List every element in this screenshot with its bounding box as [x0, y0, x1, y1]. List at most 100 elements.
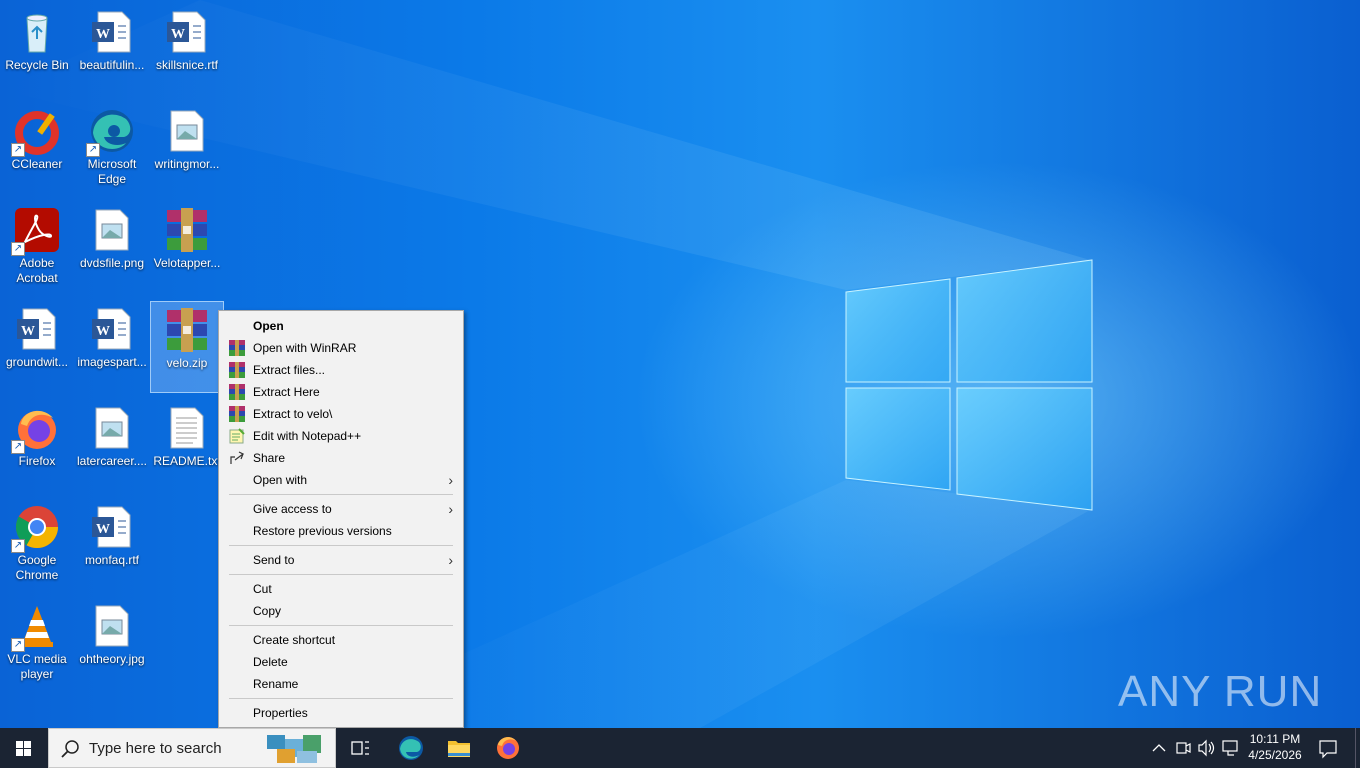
show-desktop-button[interactable] — [1355, 728, 1360, 768]
desktop-icon-label: latercareer.... — [76, 454, 148, 468]
shortcut-arrow-icon: ↗ — [11, 539, 25, 553]
shortcut-arrow-icon: ↗ — [86, 143, 100, 157]
desktop-icon-label: Firefox — [18, 454, 56, 468]
menu-item-properties[interactable]: Properties — [219, 702, 463, 724]
search-placeholder: Type here to search — [89, 740, 222, 757]
menu-item-label: Cut — [253, 582, 272, 596]
word-document-icon: W — [88, 8, 136, 56]
chevron-up-icon — [1152, 744, 1166, 752]
menu-separator — [229, 625, 453, 626]
image-file-icon — [88, 206, 136, 254]
desktop-icon-vlc[interactable]: ↗ VLC media player — [0, 598, 74, 690]
menu-item-create-shortcut[interactable]: Create shortcut — [219, 629, 463, 651]
desktop-icon-label: VLC media player — [7, 652, 67, 681]
menu-item-extract-files[interactable]: Extract files... — [219, 359, 463, 381]
menu-item-label: Copy — [253, 604, 282, 618]
menu-item-edit-with-notepadpp[interactable]: Edit with Notepad++ — [219, 425, 463, 447]
notification-icon — [1319, 740, 1337, 759]
recycle-bin-icon — [13, 8, 61, 56]
desktop-icon-label: writingmor... — [154, 157, 220, 171]
show-hidden-icons-button[interactable] — [1148, 728, 1170, 768]
image-file-icon — [88, 404, 136, 452]
menu-item-extract-here[interactable]: Extract Here — [219, 381, 463, 403]
clock-date: 4/25/2026 — [1248, 748, 1302, 762]
tray-meet-now-button[interactable] — [1172, 728, 1194, 768]
desktop-icon-imagespart[interactable]: W imagespart... — [75, 301, 149, 393]
desktop-icon-beautifulin[interactable]: W beautifulin... — [75, 4, 149, 96]
desktop-icon-groundwit[interactable]: W groundwit... — [0, 301, 74, 393]
shortcut-arrow-icon: ↗ — [11, 440, 25, 454]
desktop-icon-velotapper[interactable]: Velotapper... — [150, 202, 224, 294]
start-button[interactable] — [0, 728, 48, 768]
tray-clock[interactable]: 10:11 PM 4/25/2026 — [1244, 728, 1306, 768]
menu-item-open-with[interactable]: Open with › — [219, 469, 463, 491]
chevron-right-icon: › — [448, 552, 453, 568]
desktop-icon-label: dvdsfile.png — [79, 256, 145, 270]
desktop-icon-dvdsfile[interactable]: dvdsfile.png — [75, 202, 149, 294]
menu-item-delete[interactable]: Delete — [219, 651, 463, 673]
desktop-icon-readme[interactable]: README.txt — [150, 400, 224, 492]
desktop-icon-firefox[interactable]: ↗ Firefox — [0, 400, 74, 492]
image-file-icon — [163, 107, 211, 155]
taskbar-firefox-button[interactable] — [487, 728, 529, 768]
clock-time: 10:11 PM — [1249, 732, 1301, 746]
menu-item-cut[interactable]: Cut — [219, 578, 463, 600]
menu-item-restore-previous-versions[interactable]: Restore previous versions — [219, 520, 463, 542]
desktop-icon-writingmor[interactable]: writingmor... — [150, 103, 224, 195]
taskbar-file-explorer-button[interactable] — [438, 728, 480, 768]
menu-item-label: Edit with Notepad++ — [253, 429, 362, 443]
tray-network-button[interactable] — [1220, 728, 1242, 768]
meet-now-icon — [1176, 742, 1191, 754]
adobe-acrobat-icon: ↗ — [11, 206, 61, 256]
desktop-icon-microsoft-edge[interactable]: ↗ Microsoft Edge — [75, 103, 149, 195]
desktop-icon-label: Adobe Acrobat — [16, 256, 58, 285]
menu-item-open-with-winrar[interactable]: Open with WinRAR — [219, 337, 463, 359]
svg-text:W: W — [96, 522, 110, 537]
menu-item-label: Extract files... — [253, 363, 326, 377]
menu-item-rename[interactable]: Rename — [219, 673, 463, 695]
menu-item-open[interactable]: Open — [219, 315, 463, 337]
folder-icon — [448, 741, 470, 757]
desktop-icon-ohtheory[interactable]: ohtheory.jpg — [75, 598, 149, 690]
menu-item-give-access-to[interactable]: Give access to › — [219, 498, 463, 520]
desktop[interactable]: Recycle Bin ↗ CCleaner ↗ Adobe Acrobat W… — [0, 0, 1360, 728]
menu-item-copy[interactable]: Copy — [219, 600, 463, 622]
menu-item-label: Share — [253, 451, 286, 465]
desktop-icon-skillsnice[interactable]: W skillsnice.rtf — [150, 4, 224, 96]
desktop-icon-adobe-acrobat[interactable]: ↗ Adobe Acrobat — [0, 202, 74, 294]
menu-item-label: Properties — [253, 706, 308, 720]
word-document-icon: W — [13, 305, 61, 353]
menu-item-send-to[interactable]: Send to › — [219, 549, 463, 571]
menu-item-label: Delete — [253, 655, 288, 669]
desktop-icon-ccleaner[interactable]: ↗ CCleaner — [0, 103, 74, 195]
taskbar-edge-button[interactable] — [390, 728, 432, 768]
desktop-icon-latercareer[interactable]: latercareer.... — [75, 400, 149, 492]
desktop-icon-label: Google Chrome — [15, 553, 59, 582]
microsoft-edge-icon: ↗ — [86, 107, 136, 157]
windows-logo-icon — [16, 741, 31, 756]
task-view-button[interactable] — [340, 728, 380, 768]
shortcut-arrow-icon: ↗ — [11, 638, 25, 652]
share-icon — [229, 450, 245, 466]
desktop-icon-recycle-bin[interactable]: Recycle Bin — [0, 4, 74, 96]
taskbar-search-box[interactable]: Type here to search — [48, 728, 336, 768]
firefox-icon: ↗ — [11, 404, 61, 454]
desktop-icon-velo-zip[interactable]: velo.zip — [150, 301, 224, 393]
svg-text:W: W — [21, 324, 35, 339]
svg-text:W: W — [171, 27, 185, 42]
menu-item-share[interactable]: Share — [219, 447, 463, 469]
menu-item-label: Open with WinRAR — [253, 341, 357, 355]
desktop-icon-monfaq[interactable]: W monfaq.rtf — [75, 499, 149, 591]
action-center-button[interactable] — [1310, 728, 1346, 768]
tray-volume-button[interactable] — [1196, 728, 1218, 768]
desktop-icon-google-chrome[interactable]: ↗ Google Chrome — [0, 499, 74, 591]
menu-separator — [229, 574, 453, 575]
volume-icon — [1198, 739, 1215, 757]
menu-separator — [229, 545, 453, 546]
network-icon — [1222, 740, 1238, 756]
desktop-icon-label: CCleaner — [11, 157, 63, 171]
ccleaner-icon: ↗ — [11, 107, 61, 157]
menu-item-extract-to-velo[interactable]: Extract to velo\ — [219, 403, 463, 425]
svg-text:W: W — [96, 27, 110, 42]
desktop-icon-label: imagespart... — [77, 355, 147, 369]
